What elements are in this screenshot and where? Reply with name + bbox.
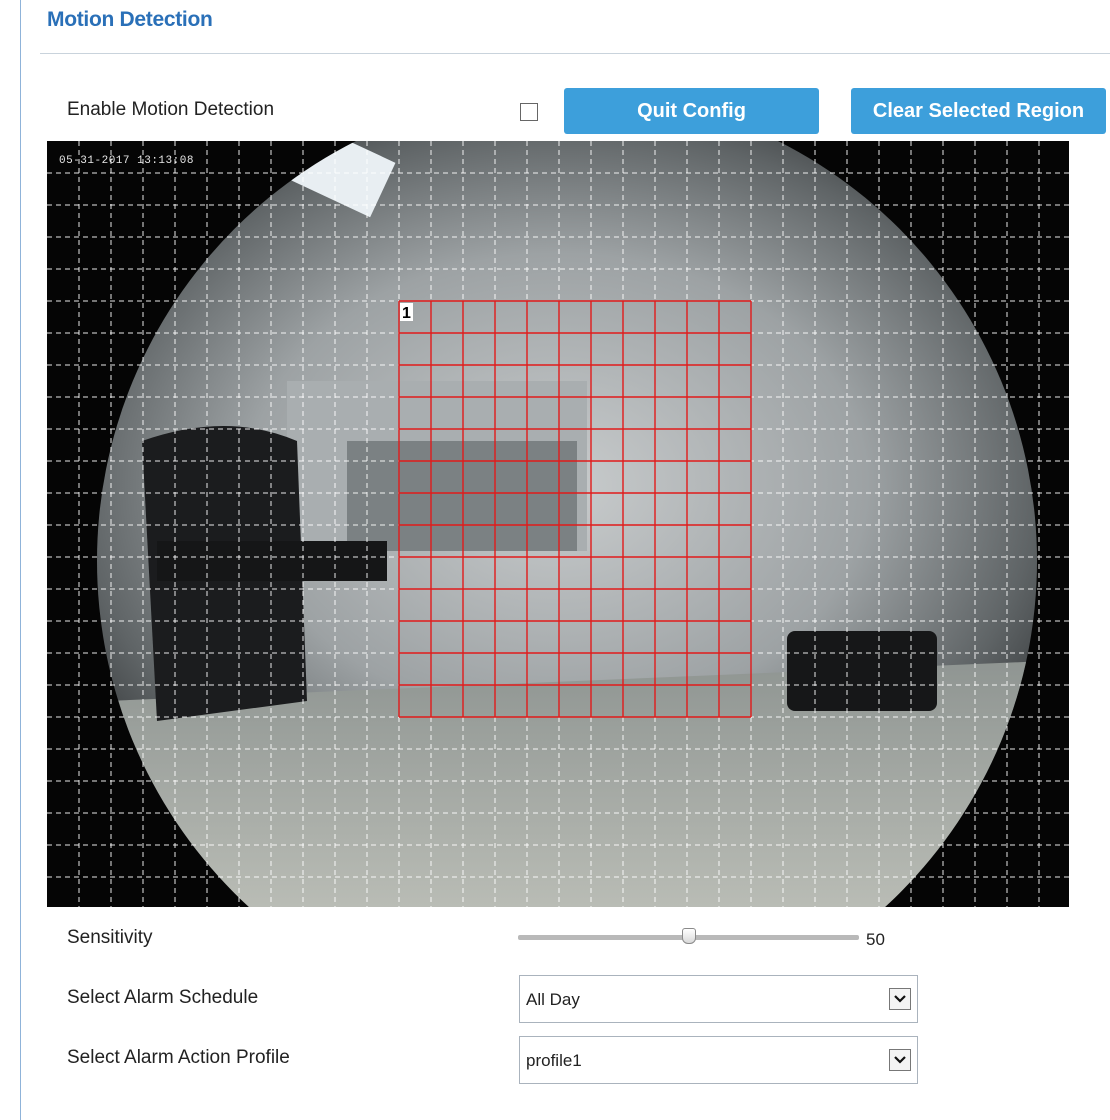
slider-thumb[interactable] [681, 928, 696, 944]
quit-config-button[interactable]: Quit Config [564, 88, 819, 134]
camera-scene: 1 [47, 141, 1069, 907]
chevron-down-icon[interactable] [889, 988, 911, 1010]
alarm-schedule-select[interactable]: All Day [519, 975, 918, 1023]
camera-preview[interactable]: 1 05-31-2017 13:13:08 [47, 141, 1069, 907]
alarm-schedule-value: All Day [526, 990, 580, 1009]
panel-left-border [20, 0, 21, 1120]
alarm-action-profile-select[interactable]: profile1 [519, 1036, 918, 1084]
enable-motion-detection-checkbox[interactable] [520, 103, 538, 121]
region-1-label: 1 [402, 305, 411, 322]
sensitivity-label: Sensitivity [67, 927, 153, 948]
title-divider [40, 53, 1110, 54]
sensitivity-slider[interactable] [518, 928, 859, 946]
clear-selected-region-button[interactable]: Clear Selected Region [851, 88, 1106, 134]
alarm-action-profile-label: Select Alarm Action Profile [67, 1047, 290, 1068]
enable-motion-detection-label: Enable Motion Detection [67, 99, 275, 120]
video-timestamp: 05-31-2017 13:13:08 [59, 155, 194, 167]
alarm-action-profile-value: profile1 [526, 1051, 582, 1070]
alarm-schedule-label: Select Alarm Schedule [67, 987, 259, 1008]
sensitivity-value: 50 [866, 930, 885, 949]
chevron-down-icon[interactable] [889, 1049, 911, 1071]
page-title: Motion Detection [47, 8, 213, 31]
